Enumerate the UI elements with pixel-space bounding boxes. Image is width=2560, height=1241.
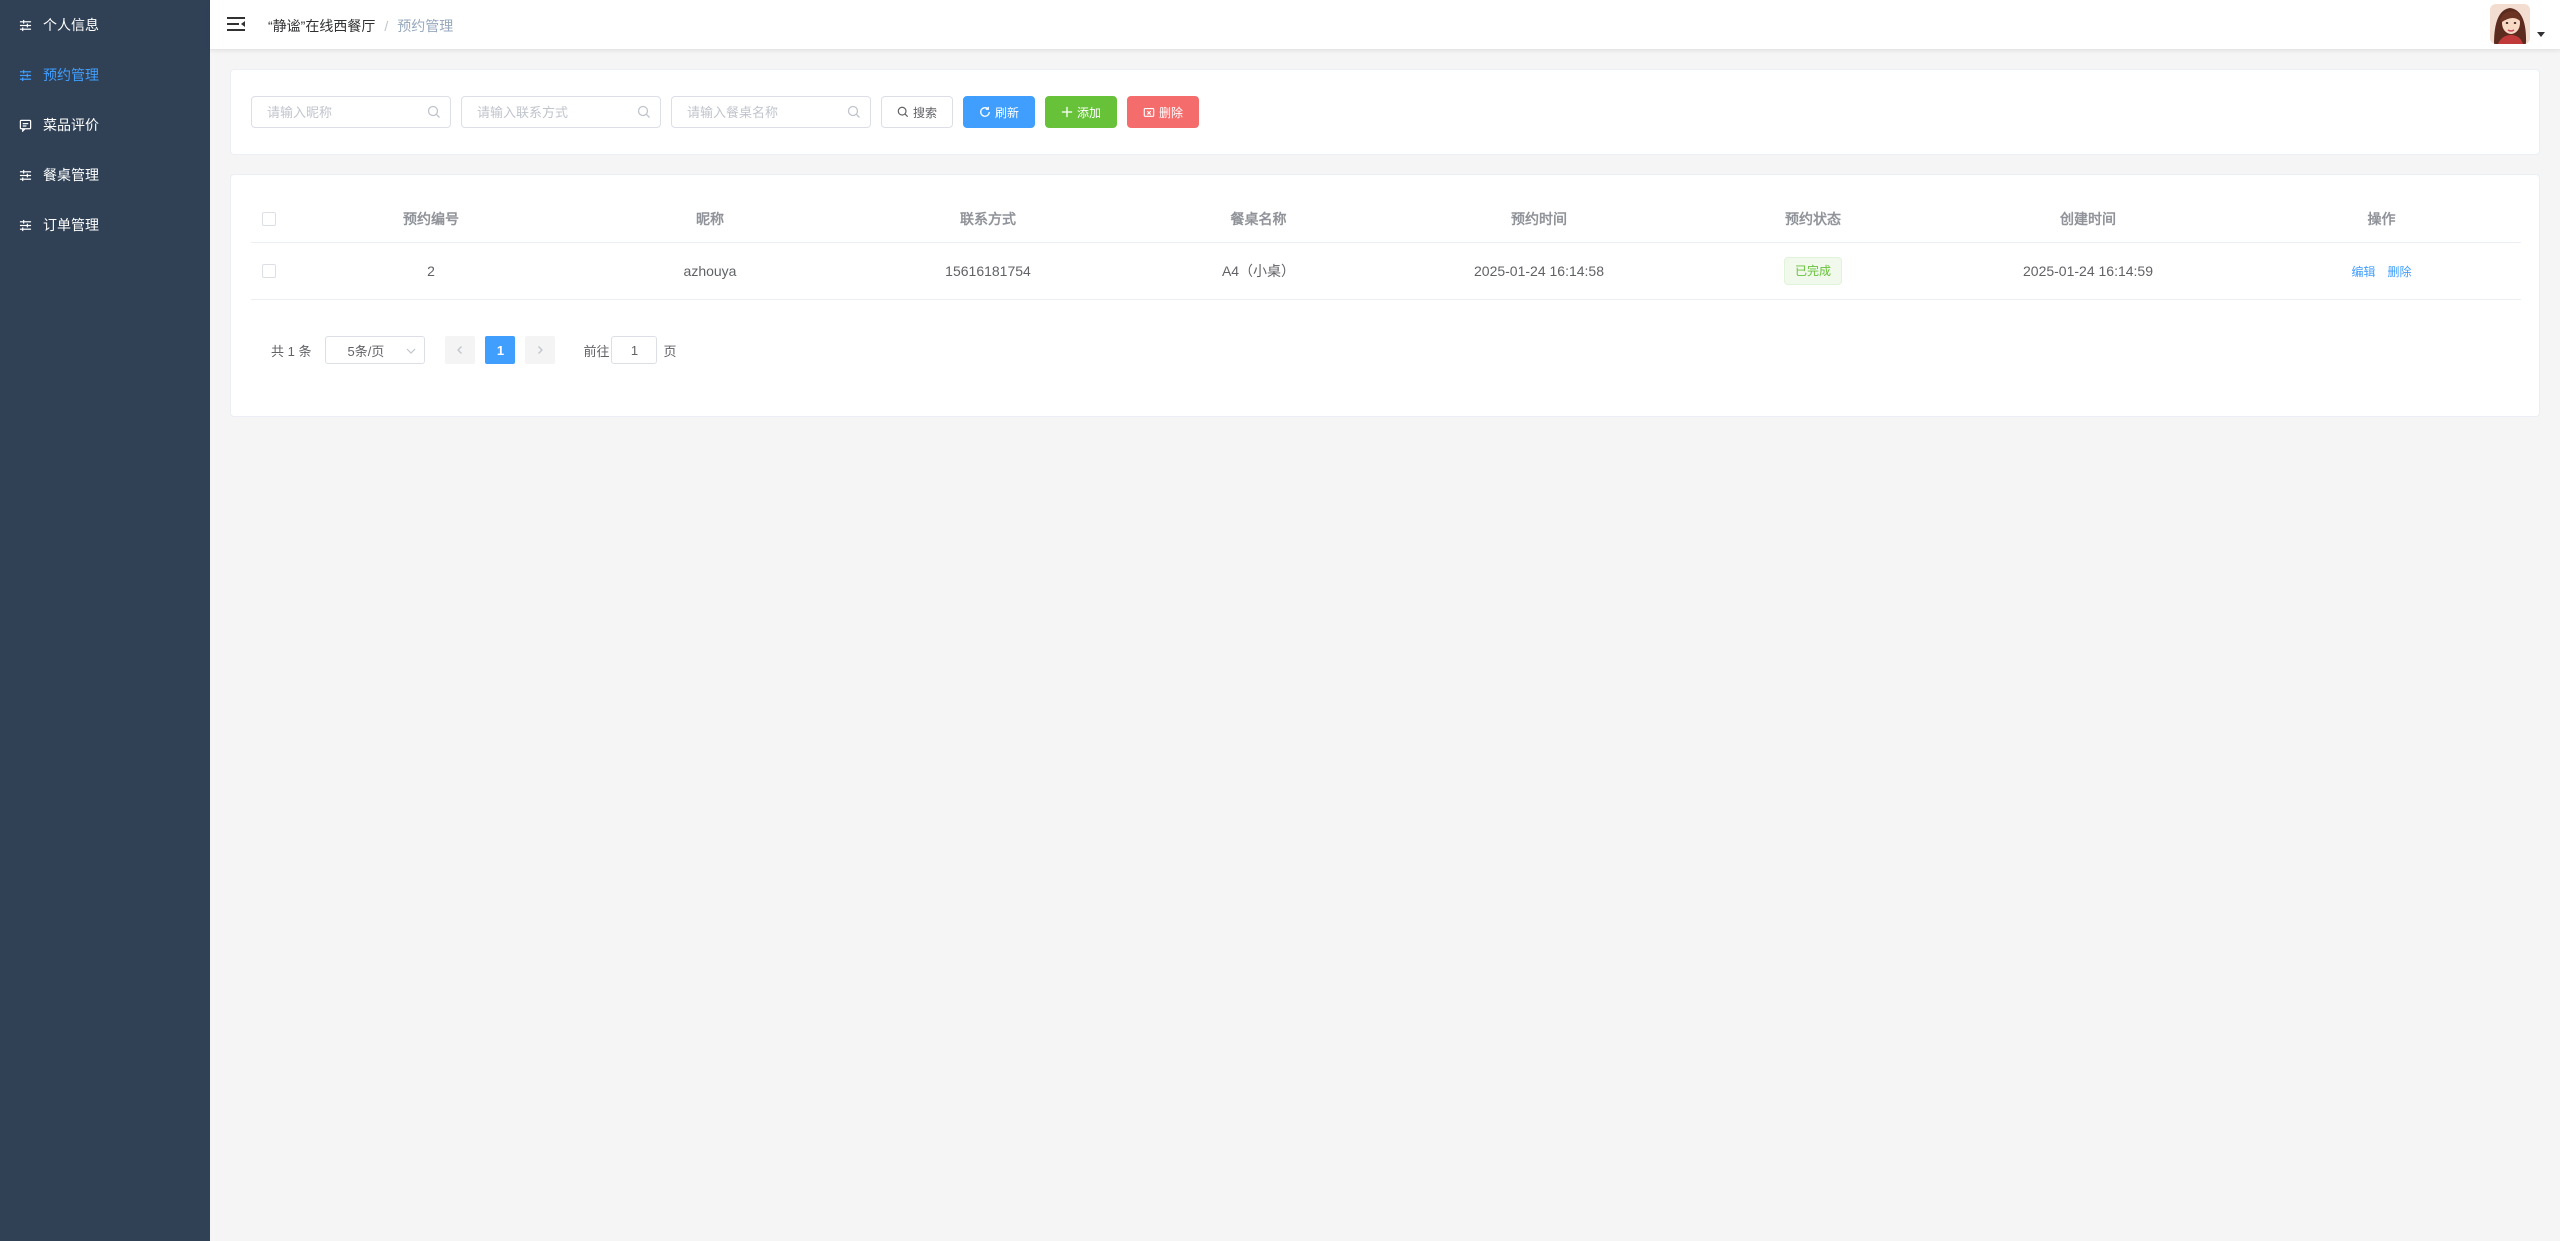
column-header-id: 预约编号 <box>403 210 459 227</box>
page-jumper: 前往 页 <box>583 336 677 364</box>
search-button[interactable]: 搜索 <box>881 96 954 128</box>
page-number-current[interactable]: 1 <box>485 336 516 364</box>
contact-search-field <box>461 96 661 128</box>
sidebar-item-label: 订单管理 <box>43 217 99 233</box>
breadcrumb-current: 预约管理 <box>397 18 454 34</box>
refresh-button-label: 刷新 <box>995 105 1020 120</box>
chevron-right-icon <box>538 346 544 354</box>
cell-table-name: A4（小桌） <box>1221 263 1296 279</box>
goto-suffix: 页 <box>663 343 677 359</box>
chevron-down-icon <box>407 348 416 354</box>
select-all-cell <box>251 211 287 226</box>
sliders-icon <box>18 218 32 232</box>
search-toolbar: 搜索 刷新 添加 删除 <box>251 96 1209 128</box>
cell-created-time: 2025-01-24 16:14:59 <box>2023 263 2153 279</box>
status-badge: 已完成 <box>1783 257 1842 285</box>
cell-nickname: azhouya <box>683 263 737 279</box>
reservation-table: 预约编号 昵称 联系方式 餐桌名称 预约时间 预约状态 创建时间 操作 2 az… <box>251 195 2521 300</box>
goto-page-input[interactable] <box>611 336 658 364</box>
reservation-table-panel: 预约编号 昵称 联系方式 餐桌名称 预约时间 预约状态 创建时间 操作 2 az… <box>230 174 2540 417</box>
add-button-label: 添加 <box>1077 105 1102 120</box>
avatar[interactable] <box>2490 4 2530 44</box>
column-header-nickname: 昵称 <box>696 210 724 227</box>
delete-button-label: 删除 <box>1159 105 1184 120</box>
sidebar-item-dish-reviews[interactable]: 菜品评价 <box>0 100 210 150</box>
chevron-left-icon <box>457 346 463 354</box>
sidebar-item-tables[interactable]: 餐桌管理 <box>0 150 210 200</box>
sliders-icon <box>18 168 32 182</box>
cell-actions: 编辑 删除 <box>2242 263 2521 280</box>
top-navbar: “静谧”在线西餐厅 / 预约管理 <box>210 0 2560 50</box>
sidebar-item-orders[interactable]: 订单管理 <box>0 200 210 250</box>
sidebar-item-reservations[interactable]: 预约管理 <box>0 50 210 100</box>
contact-search-input[interactable] <box>461 96 661 128</box>
cell-reserve-time: 2025-01-24 16:14:58 <box>1474 263 1604 279</box>
message-icon <box>18 118 32 132</box>
column-header-status: 预约状态 <box>1785 210 1841 227</box>
breadcrumb-home[interactable]: “静谧”在线西餐厅 <box>268 16 375 36</box>
search-icon <box>427 105 440 118</box>
caret-down-icon[interactable] <box>2537 32 2545 37</box>
column-header-created-time: 创建时间 <box>2060 210 2116 227</box>
table-name-search-field <box>671 96 871 128</box>
search-icon <box>637 105 650 118</box>
plus-icon <box>1061 106 1073 118</box>
sidebar-item-label: 预约管理 <box>43 67 99 83</box>
sidebar: 个人信息 预约管理 菜品评价 餐桌管理 订单管理 <box>0 0 210 1241</box>
column-header-reserve-time: 预约时间 <box>1511 210 1567 227</box>
search-icon <box>897 106 909 118</box>
row-select-cell <box>251 264 287 278</box>
pagination-total: 共 1 条 <box>271 343 312 359</box>
refresh-icon <box>980 106 990 117</box>
add-button[interactable]: 添加 <box>1045 96 1118 128</box>
page-size-select[interactable]: 5条/页 <box>325 336 426 364</box>
cell-id: 2 <box>427 263 435 279</box>
pagination: 共 1 条 5条/页 1 前往 页 <box>271 336 677 364</box>
column-header-table-name: 餐桌名称 <box>1230 210 1287 227</box>
row-delete-link[interactable]: 删除 <box>2388 263 2412 280</box>
sidebar-item-label: 个人信息 <box>43 17 99 33</box>
table-header-row: 预约编号 昵称 联系方式 餐桌名称 预约时间 预约状态 创建时间 操作 <box>251 195 2521 243</box>
table-name-search-input[interactable] <box>671 96 871 128</box>
column-header-actions: 操作 <box>2367 210 2396 227</box>
sidebar-item-label: 餐桌管理 <box>43 167 99 183</box>
sidebar-item-label: 菜品评价 <box>43 117 99 133</box>
next-page-button[interactable] <box>525 336 556 364</box>
delete-icon <box>1143 108 1155 117</box>
column-header-contact: 联系方式 <box>960 210 1016 227</box>
breadcrumb-separator: / <box>384 18 389 34</box>
prev-page-button[interactable] <box>445 336 476 364</box>
hamburger-icon[interactable] <box>227 16 245 32</box>
search-icon <box>847 105 860 118</box>
cell-status: 已完成 <box>1692 257 1934 285</box>
page-size-value: 5条/页 <box>347 343 385 359</box>
sliders-icon <box>18 18 32 32</box>
refresh-button[interactable]: 刷新 <box>963 96 1036 128</box>
cell-contact: 15616181754 <box>945 263 1031 279</box>
table-row: 2 azhouya 15616181754 A4（小桌） 2025-01-24 … <box>251 243 2521 300</box>
goto-prefix: 前往 <box>583 343 610 359</box>
nickname-search-input[interactable] <box>251 96 451 128</box>
search-panel: 搜索 刷新 添加 删除 <box>230 69 2540 155</box>
nickname-search-field <box>251 96 451 128</box>
sidebar-item-profile[interactable]: 个人信息 <box>0 0 210 50</box>
edit-link[interactable]: 编辑 <box>2351 263 2375 280</box>
select-all-checkbox[interactable] <box>262 211 276 226</box>
sliders-icon <box>18 68 32 82</box>
breadcrumb: “静谧”在线西餐厅 / 预约管理 <box>268 16 453 36</box>
search-button-label: 搜索 <box>913 105 938 120</box>
row-checkbox[interactable] <box>262 264 276 278</box>
delete-button[interactable]: 删除 <box>1127 96 1200 128</box>
